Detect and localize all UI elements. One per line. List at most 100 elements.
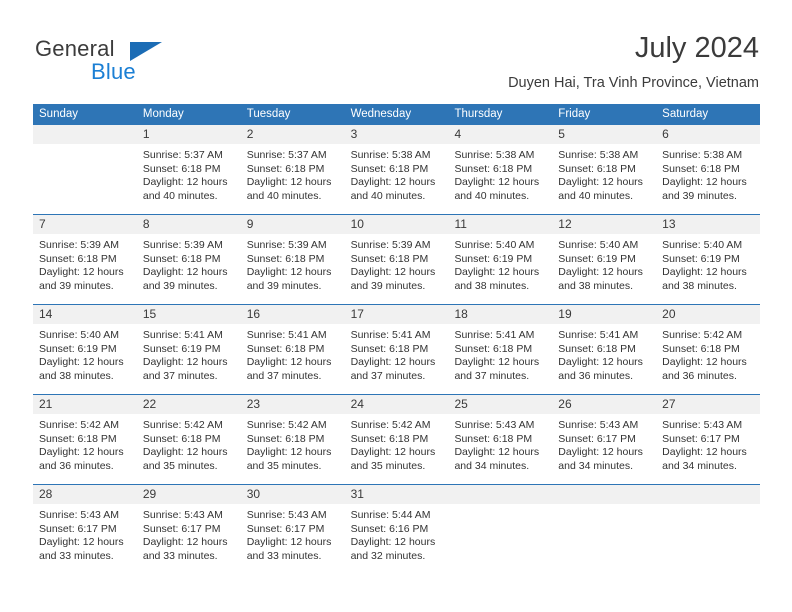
daylight-text-line2: and 37 minutes. <box>454 369 530 382</box>
day-cell[interactable]: 21 Sunrise: 5:42 AM Sunset: 6:18 PM Dayligh… <box>33 395 137 484</box>
day-number-band: 14 <box>33 305 137 324</box>
day-details: Sunrise: 5:43 AM Sunset: 6:18 PM Daylight:… <box>448 414 552 473</box>
day-details: Sunrise: 5:40 AM Sunset: 6:19 PM Daylight:… <box>656 234 760 293</box>
day-details: Sunrise: 5:38 AM Sunset: 6:18 PM Daylight:… <box>552 144 656 203</box>
day-details: Sunrise: 5:42 AM Sunset: 6:18 PM Daylight:… <box>33 414 137 473</box>
day-details: Sunrise: 5:37 AM Sunset: 6:18 PM Daylight:… <box>241 144 345 203</box>
day-number-band <box>656 485 761 504</box>
daylight-text-line2: and 40 minutes. <box>558 189 634 202</box>
sunrise-text: Sunrise: 5:41 AM <box>246 329 327 341</box>
daylight-text-line1: Daylight: 12 hours <box>454 356 540 369</box>
day-number: 6 <box>662 127 669 141</box>
day-cell[interactable]: 18 Sunrise: 5:41 AM Sunset: 6:18 PM Dayligh… <box>448 305 553 394</box>
day-cell[interactable]: 31 Sunrise: 5:44 AM Sunset: 6:16 PM Dayligh… <box>344 485 449 575</box>
sunrise-text: Sunrise: 5:40 AM <box>454 239 535 251</box>
sunset-text: Sunset: 6:19 PM <box>454 252 533 265</box>
day-number-band <box>448 485 553 504</box>
day-number-band: 24 <box>344 395 449 414</box>
day-number: 1 <box>142 127 150 141</box>
daylight-text-line1: Daylight: 12 hours <box>558 176 643 189</box>
day-number: 26 <box>558 397 572 411</box>
day-cell[interactable]: 17 Sunrise: 5:41 AM Sunset: 6:18 PM Dayligh… <box>344 305 449 394</box>
day-cell[interactable]: 19 Sunrise: 5:41 AM Sunset: 6:18 PM Dayligh… <box>552 305 657 394</box>
day-cell[interactable]: 20 Sunrise: 5:42 AM Sunset: 6:18 PM Dayligh… <box>656 305 761 394</box>
day-number-band: 6 <box>656 125 761 144</box>
day-number-band: 22 <box>136 395 241 414</box>
day-details: Sunrise: 5:42 AM Sunset: 6:18 PM Daylight:… <box>241 414 345 473</box>
day-number: 11 <box>454 217 467 231</box>
day-cell[interactable]: 30 Sunrise: 5:43 AM Sunset: 6:17 PM Dayligh… <box>240 485 345 575</box>
daylight-text-line2: and 36 minutes. <box>39 459 114 472</box>
day-number-band: 29 <box>136 485 241 504</box>
day-details: Sunrise: 5:38 AM Sunset: 6:18 PM Daylight:… <box>656 144 760 203</box>
day-cell-empty <box>656 485 761 575</box>
daylight-text-line2: and 34 minutes. <box>454 459 530 472</box>
day-cell[interactable]: 23 Sunrise: 5:42 AM Sunset: 6:18 PM Dayligh… <box>240 395 345 484</box>
daylight-text-line2: and 40 minutes. <box>246 189 322 202</box>
daylight-text-line2: and 33 minutes. <box>246 549 322 562</box>
day-cell[interactable]: 11 Sunrise: 5:40 AM Sunset: 6:19 PM Dayligh… <box>448 215 553 304</box>
day-cell[interactable]: 16 Sunrise: 5:41 AM Sunset: 6:18 PM Dayligh… <box>240 305 345 394</box>
day-cell[interactable]: 2 Sunrise: 5:37 AM Sunset: 6:18 PM Daylight… <box>240 125 345 214</box>
day-cell[interactable]: 26 Sunrise: 5:43 AM Sunset: 6:17 PM Dayligh… <box>552 395 657 484</box>
day-number-band: 16 <box>240 305 345 324</box>
day-details: Sunrise: 5:39 AM Sunset: 6:18 PM Daylight:… <box>137 234 241 293</box>
day-cell[interactable]: 7 Sunrise: 5:39 AM Sunset: 6:18 PM Daylight… <box>33 215 137 304</box>
daylight-text-line2: and 38 minutes. <box>454 279 530 292</box>
day-cell[interactable]: 28 Sunrise: 5:43 AM Sunset: 6:17 PM Dayligh… <box>33 485 137 575</box>
day-cell[interactable]: 27 Sunrise: 5:43 AM Sunset: 6:17 PM Dayligh… <box>656 395 761 484</box>
day-cell[interactable]: 12 Sunrise: 5:40 AM Sunset: 6:19 PM Dayligh… <box>552 215 657 304</box>
sunrise-text: Sunrise: 5:40 AM <box>558 239 639 251</box>
day-cell[interactable]: 25 Sunrise: 5:43 AM Sunset: 6:18 PM Dayligh… <box>448 395 553 484</box>
sunset-text: Sunset: 6:19 PM <box>558 252 636 265</box>
sunset-text: Sunset: 6:18 PM <box>662 342 740 355</box>
weekday-friday: Friday <box>558 108 591 120</box>
sunrise-text: Sunrise: 5:43 AM <box>558 419 639 431</box>
day-cell[interactable]: 1 Sunrise: 5:37 AM Sunset: 6:18 PM Daylight… <box>136 125 241 214</box>
day-cell[interactable]: 29 Sunrise: 5:43 AM Sunset: 6:17 PM Dayligh… <box>136 485 241 575</box>
day-number: 13 <box>662 217 676 231</box>
daylight-text-line1: Daylight: 12 hours <box>142 176 228 189</box>
day-cell[interactable]: 13 Sunrise: 5:40 AM Sunset: 6:19 PM Dayligh… <box>656 215 761 304</box>
day-number-band: 2 <box>240 125 345 144</box>
daylight-text-line1: Daylight: 12 hours <box>454 176 540 189</box>
day-cell[interactable]: 8 Sunrise: 5:39 AM Sunset: 6:18 PM Daylight… <box>136 215 241 304</box>
day-number-band: 12 <box>552 215 657 234</box>
day-cell[interactable]: 9 Sunrise: 5:39 AM Sunset: 6:18 PM Daylight… <box>240 215 345 304</box>
day-cell[interactable]: 22 Sunrise: 5:42 AM Sunset: 6:18 PM Dayligh… <box>136 395 241 484</box>
sunrise-text: Sunrise: 5:37 AM <box>246 149 327 161</box>
sunrise-text: Sunrise: 5:38 AM <box>350 149 431 161</box>
sunrise-text: Sunrise: 5:41 AM <box>454 329 535 341</box>
day-cell[interactable]: 15 Sunrise: 5:41 AM Sunset: 6:19 PM Dayligh… <box>136 305 241 394</box>
day-number: 17 <box>350 307 364 321</box>
general-blue-logo[interactable]: General Blue <box>35 36 215 86</box>
day-cell[interactable]: 4 Sunrise: 5:38 AM Sunset: 6:18 PM Daylight… <box>448 125 553 214</box>
sunrise-text: Sunrise: 5:41 AM <box>142 329 223 341</box>
sunset-text: Sunset: 6:19 PM <box>142 342 221 355</box>
day-cell[interactable]: 5 Sunrise: 5:38 AM Sunset: 6:18 PM Daylight… <box>552 125 657 214</box>
day-cell[interactable]: 3 Sunrise: 5:38 AM Sunset: 6:18 PM Daylight… <box>344 125 449 214</box>
sunrise-text: Sunrise: 5:42 AM <box>350 419 431 431</box>
day-number: 5 <box>558 127 565 141</box>
day-cell[interactable]: 10 Sunrise: 5:39 AM Sunset: 6:18 PM Dayligh… <box>344 215 449 304</box>
day-number: 20 <box>662 307 676 321</box>
day-number: 22 <box>142 397 157 411</box>
sunset-text: Sunset: 6:18 PM <box>246 342 325 355</box>
sunset-text: Sunset: 6:17 PM <box>246 522 325 535</box>
day-number: 21 <box>39 397 53 411</box>
daylight-text-line1: Daylight: 12 hours <box>246 536 332 549</box>
daylight-text-line2: and 36 minutes. <box>558 369 634 382</box>
day-number-band: 18 <box>448 305 553 324</box>
day-cell[interactable]: 6 Sunrise: 5:38 AM Sunset: 6:18 PM Daylight… <box>656 125 761 214</box>
day-details: Sunrise: 5:39 AM Sunset: 6:18 PM Daylight:… <box>241 234 345 293</box>
sunrise-text: Sunrise: 5:40 AM <box>662 239 743 251</box>
day-cell[interactable]: 14 Sunrise: 5:40 AM Sunset: 6:19 PM Dayligh… <box>33 305 137 394</box>
sunset-text: Sunset: 6:18 PM <box>454 342 533 355</box>
day-cell[interactable]: 24 Sunrise: 5:42 AM Sunset: 6:18 PM Dayligh… <box>344 395 449 484</box>
day-number: 28 <box>39 487 53 501</box>
day-number-band: 4 <box>448 125 553 144</box>
sunrise-text: Sunrise: 5:39 AM <box>142 239 223 251</box>
daylight-text-line2: and 35 minutes. <box>350 459 426 472</box>
day-number-band: 17 <box>344 305 449 324</box>
sunset-text: Sunset: 6:18 PM <box>350 432 429 445</box>
